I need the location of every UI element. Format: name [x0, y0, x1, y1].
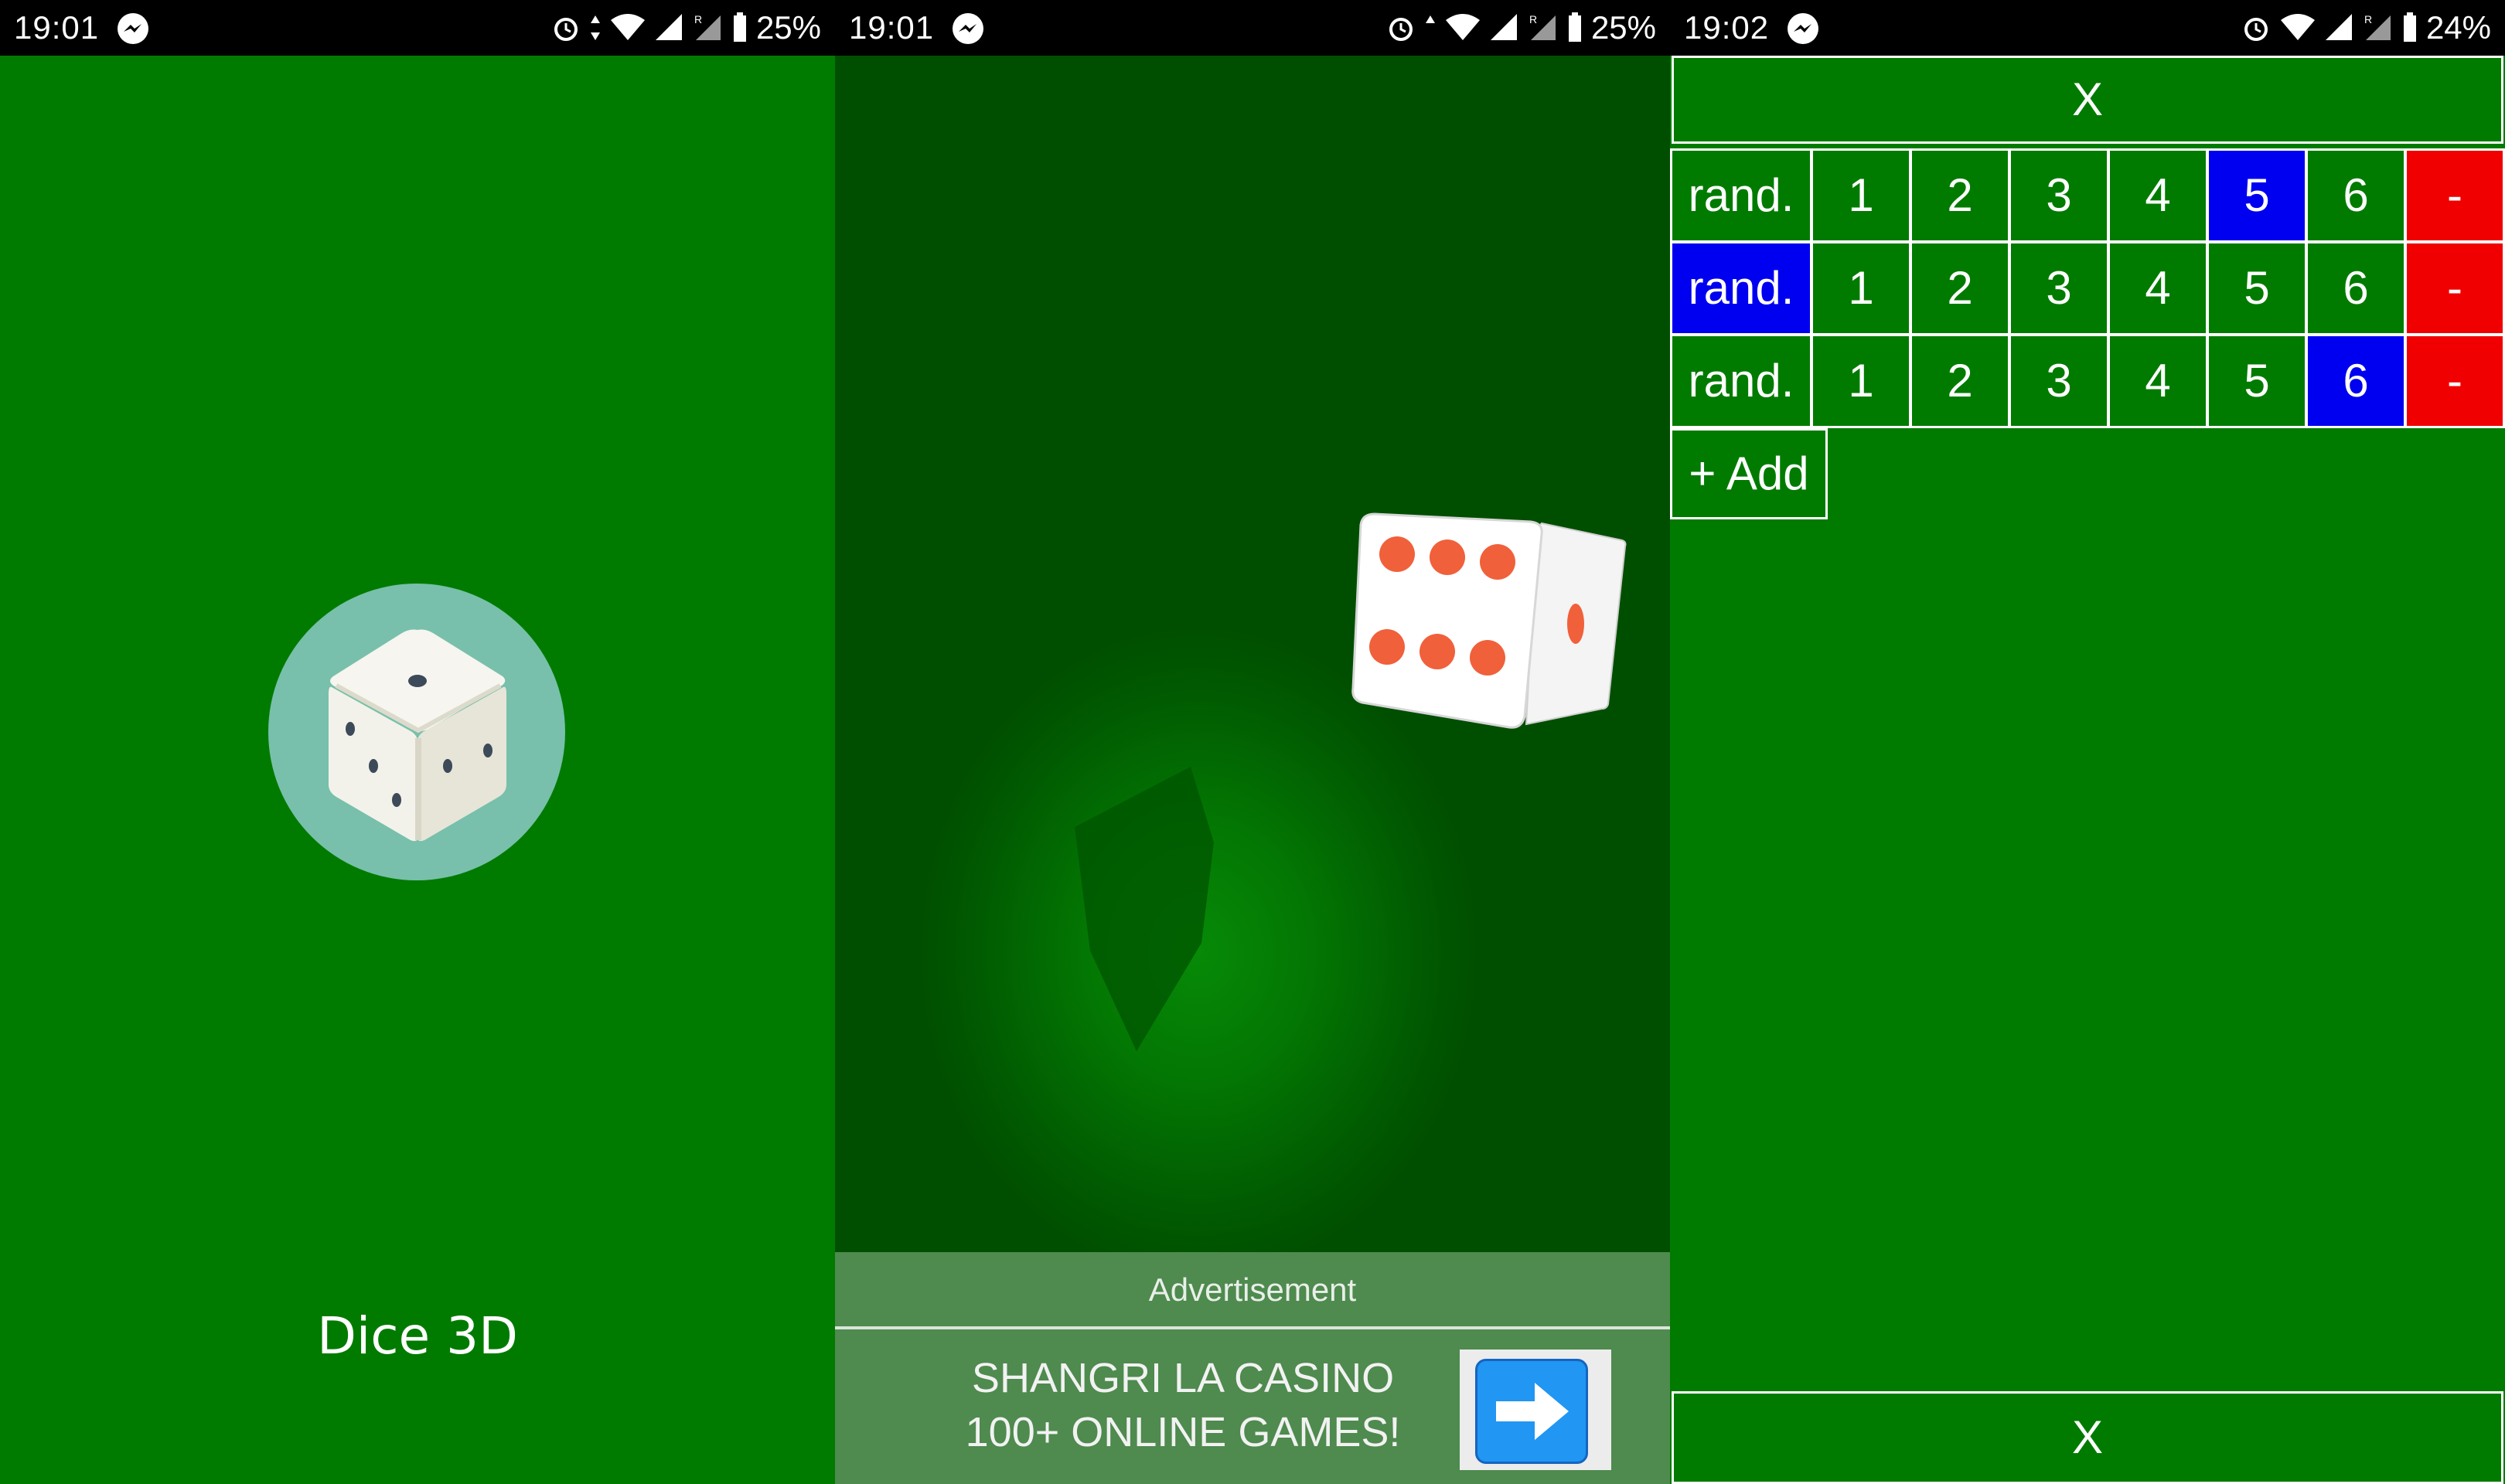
signal-roaming-icon: R: [694, 13, 721, 40]
splash-screen: 19:01 R 25% Dice 3D: [0, 0, 835, 1484]
face-option[interactable]: 1: [1811, 148, 1911, 243]
close-top-button[interactable]: X: [1672, 56, 2503, 144]
ad-subtitle[interactable]: 100+ ONLINE GAMES!: [835, 1408, 1531, 1456]
face-option[interactable]: 2: [1910, 241, 2010, 335]
status-bar: 19:01 R 25%: [835, 0, 1670, 56]
svg-text:R: R: [1529, 13, 1537, 26]
face-option[interactable]: 5: [2207, 334, 2307, 428]
app-name: Dice 3D: [317, 1306, 518, 1366]
battery-icon: [733, 12, 746, 42]
status-bar: 19:02 R 24%: [1670, 0, 2505, 56]
alarm-icon: [1389, 18, 1413, 41]
add-die-button[interactable]: + Add: [1670, 428, 1828, 519]
alarm-icon: [554, 18, 578, 41]
random-option[interactable]: rand.: [1670, 334, 1812, 428]
signal-roaming-icon: R: [1529, 13, 1556, 40]
battery-percent: 24%: [2425, 9, 2491, 46]
random-option[interactable]: rand.: [1670, 148, 1812, 243]
face-option[interactable]: 1: [1811, 241, 1911, 335]
face-option[interactable]: 6: [2306, 148, 2406, 243]
die[interactable]: [1347, 506, 1641, 738]
wifi-icon: [2280, 14, 2315, 40]
alarm-icon: [2244, 18, 2268, 41]
battery-percent: 25%: [1590, 9, 1656, 46]
right-arrow-icon: [1475, 1359, 1588, 1464]
face-option[interactable]: 3: [2009, 148, 2109, 243]
delete-die-button[interactable]: -: [2404, 334, 2505, 428]
messenger-icon: [118, 13, 148, 44]
svg-text:R: R: [2364, 13, 2372, 26]
face-option[interactable]: 2: [1910, 148, 2010, 243]
status-icons: R 25%: [550, 8, 821, 48]
signal-icon: [1490, 14, 1517, 40]
face-option[interactable]: 4: [2108, 241, 2208, 335]
wifi-icon: [610, 14, 645, 40]
status-bar: 19:01 R 25%: [0, 0, 835, 56]
signal-icon: [2325, 14, 2352, 40]
delete-die-button[interactable]: -: [2404, 241, 2505, 335]
face-option[interactable]: 1: [1811, 334, 1911, 428]
face-option[interactable]: 4: [2108, 334, 2208, 428]
face-option[interactable]: 5: [2207, 241, 2307, 335]
delete-die-button[interactable]: -: [2404, 148, 2505, 243]
battery-icon: [2403, 12, 2416, 42]
data-arrows-icon: [1425, 15, 1435, 23]
face-option[interactable]: 6: [2306, 241, 2406, 335]
ad-cta-button[interactable]: [1460, 1350, 1611, 1470]
die-shadow: [1075, 767, 1214, 1051]
status-icons: R 24%: [2241, 8, 2491, 48]
data-arrows-icon: [590, 15, 600, 40]
face-option[interactable]: 6: [2306, 334, 2406, 428]
battery-percent: 25%: [755, 9, 821, 46]
status-icons: R 25%: [1385, 8, 1656, 48]
dice-logo-icon: [329, 629, 506, 842]
ad-header: Advertisement: [835, 1252, 1670, 1328]
face-option[interactable]: 4: [2108, 148, 2208, 243]
status-time: 19:01: [14, 9, 100, 46]
signal-roaming-icon: R: [2364, 13, 2391, 40]
status-time: 19:01: [849, 9, 935, 46]
signal-icon: [655, 14, 682, 40]
face-option[interactable]: 5: [2207, 148, 2307, 243]
random-option[interactable]: rand.: [1670, 241, 1812, 335]
messenger-icon: [1788, 13, 1818, 44]
face-option[interactable]: 3: [2009, 334, 2109, 428]
face-option[interactable]: 3: [2009, 241, 2109, 335]
close-bottom-button[interactable]: X: [1672, 1391, 2503, 1484]
battery-icon: [1568, 12, 1581, 42]
messenger-icon: [953, 13, 983, 44]
face-option[interactable]: 2: [1910, 334, 2010, 428]
wifi-icon: [1445, 14, 1480, 40]
svg-text:R: R: [694, 13, 702, 26]
status-time: 19:02: [1684, 9, 1770, 46]
ad-title[interactable]: SHANGRI LA CASINO: [835, 1354, 1531, 1402]
